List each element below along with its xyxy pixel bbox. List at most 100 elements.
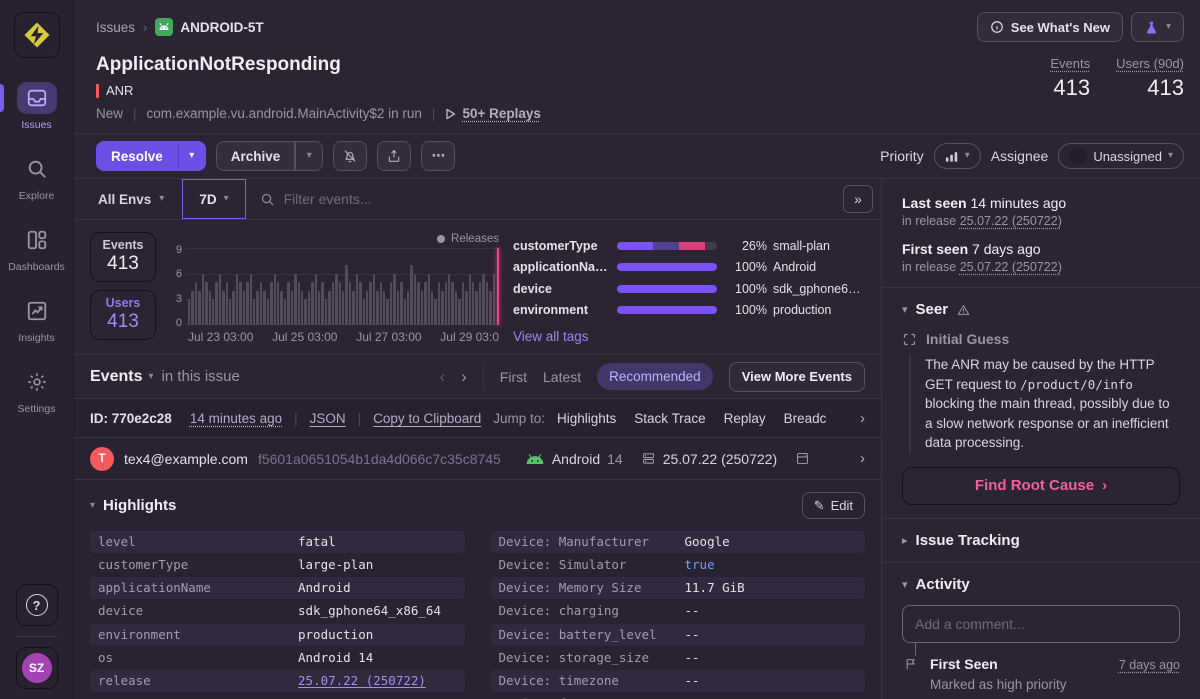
- events-title: Events: [90, 368, 142, 386]
- highlight-key: customerType: [98, 556, 298, 574]
- prev-event-button[interactable]: ‹: [439, 367, 445, 387]
- tag-bar-segment: [617, 242, 653, 250]
- sidebar-item-insights[interactable]: Insights: [0, 293, 73, 346]
- tag-rows: customerType26%small-planapplicationNa…1…: [513, 236, 865, 320]
- last-seen-release-link[interactable]: 25.07.22 (250722): [960, 214, 1062, 228]
- histogram-bar: [493, 274, 495, 325]
- priority-dropdown[interactable]: ▾: [934, 143, 981, 169]
- archive-button[interactable]: Archive: [216, 141, 296, 171]
- whats-new-button[interactable]: See What's New: [977, 12, 1123, 42]
- tag-bar-segment: [705, 242, 717, 250]
- event-time-ago[interactable]: 14 minutes ago: [190, 411, 282, 426]
- seer-section-toggle[interactable]: ▾ Seer: [902, 301, 1180, 318]
- issues-icon: [17, 82, 57, 114]
- seer-title: Seer: [916, 301, 949, 318]
- activity-toggle[interactable]: ▾ Activity: [902, 576, 1180, 593]
- lab-features-button[interactable]: ▾: [1131, 12, 1184, 42]
- tag-bar[interactable]: [617, 263, 717, 271]
- histogram-bar: [407, 291, 409, 325]
- collapse-sidebar-button[interactable]: »: [843, 185, 873, 213]
- initial-guess-text: The ANR may be caused by the HTTP GET re…: [909, 355, 1180, 453]
- histogram-bar: [479, 282, 481, 325]
- highlights-toggle[interactable]: ▾ Highlights: [90, 497, 176, 514]
- search-input[interactable]: [284, 191, 829, 207]
- events-count-box[interactable]: Events 413: [90, 232, 156, 282]
- user-menu-button[interactable]: SZ: [16, 647, 58, 689]
- expand-event-context-button[interactable]: ›: [860, 450, 865, 467]
- view-all-tags-link[interactable]: View all tags: [513, 329, 589, 344]
- jump-link-stack-trace[interactable]: Stack Trace: [634, 411, 705, 426]
- resolve-dropdown-button[interactable]: ▾: [178, 141, 206, 171]
- view-more-events-button[interactable]: View More Events: [729, 362, 865, 392]
- issue-status: New: [96, 106, 123, 121]
- replays-link[interactable]: 50+ Replays: [445, 106, 540, 121]
- tag-bar[interactable]: [617, 306, 717, 314]
- event-release[interactable]: 25.07.22 (250722): [663, 451, 777, 467]
- assignee-dropdown[interactable]: Unassigned ▾: [1058, 143, 1184, 169]
- date-range-dropdown[interactable]: 7D ▾: [182, 179, 245, 219]
- breadcrumb-project[interactable]: ANDROID-5T: [180, 20, 263, 35]
- resolve-button[interactable]: Resolve: [96, 141, 178, 171]
- jump-link-breadc[interactable]: Breadc: [784, 411, 827, 426]
- breadcrumb-issues[interactable]: Issues: [96, 20, 135, 35]
- highlight-row: levelfatal: [90, 531, 465, 553]
- users-stat-label[interactable]: Users (90d): [1116, 56, 1184, 71]
- first-seen-release-link[interactable]: 25.07.22 (250722): [960, 260, 1062, 274]
- archive-dropdown-button[interactable]: ▾: [295, 141, 323, 171]
- activity-item-title: First Seen: [930, 656, 998, 672]
- play-icon: [445, 108, 456, 120]
- share-button[interactable]: [377, 141, 411, 171]
- tag-bar[interactable]: [617, 242, 717, 250]
- tag-bar[interactable]: [617, 285, 717, 293]
- releases-legend-label[interactable]: Releases: [451, 233, 499, 245]
- find-root-cause-button[interactable]: Find Root Cause ›: [902, 467, 1180, 505]
- issue-tracking-toggle[interactable]: ▸ Issue Tracking: [902, 532, 1180, 549]
- sidebar-item-issues[interactable]: Issues: [0, 80, 73, 133]
- activity-item-time[interactable]: 7 days ago: [1119, 658, 1180, 672]
- tag-key: applicationNa…: [513, 260, 617, 274]
- mute-button[interactable]: [333, 141, 367, 171]
- sentry-logo[interactable]: [14, 12, 60, 58]
- copy-to-clipboard-link[interactable]: Copy to Clipboard: [373, 411, 481, 426]
- jump-link-highlights[interactable]: Highlights: [557, 411, 616, 426]
- chevron-right-icon: ▸: [902, 534, 908, 547]
- events-stat-label[interactable]: Events: [1050, 56, 1090, 71]
- sidebar-item-settings[interactable]: Settings: [0, 364, 73, 417]
- more-actions-button[interactable]: ⋯: [421, 141, 455, 171]
- replays-label: 50+ Replays: [462, 106, 540, 121]
- help-button[interactable]: ?: [16, 584, 58, 626]
- releases-dot-icon: [437, 235, 445, 243]
- edit-highlights-button[interactable]: ✎ Edit: [802, 492, 865, 519]
- jump-link-replay[interactable]: Replay: [724, 411, 766, 426]
- issue-title: ApplicationNotResponding: [96, 54, 1050, 76]
- json-link[interactable]: JSON: [310, 411, 346, 426]
- events-dropdown[interactable]: Events ▾: [90, 368, 154, 386]
- histogram-bar: [229, 299, 231, 325]
- jump-links-scroll-button[interactable]: ›: [860, 410, 865, 427]
- assignee-value: Unassigned: [1093, 149, 1162, 164]
- histogram-bar: [356, 274, 358, 325]
- histogram-bar: [458, 299, 460, 325]
- histogram-bar: [284, 299, 286, 325]
- next-event-button[interactable]: ›: [461, 367, 467, 387]
- users-count-box[interactable]: Users 413: [90, 290, 156, 340]
- events-box-value: 413: [95, 253, 151, 275]
- event-user-row: T tex4@example.com f5601a0651054b1da4d06…: [74, 438, 881, 480]
- highlight-key: Device: timezone: [499, 672, 685, 690]
- sentry-logo-icon: [22, 20, 52, 50]
- recommended-event-link[interactable]: Recommended: [597, 363, 713, 390]
- sidebar-item-explore[interactable]: Explore: [0, 151, 73, 204]
- highlight-key: release: [98, 672, 298, 690]
- histogram-bar: [318, 291, 320, 325]
- first-seen-line: First seen 7 days ago: [902, 241, 1180, 257]
- environments-dropdown[interactable]: All Envs ▾: [74, 179, 182, 219]
- highlight-row: release25.07.22 (250722): [90, 670, 465, 692]
- user-email[interactable]: tex4@example.com: [124, 451, 248, 467]
- highlight-row: devicesdk_gphone64_x86_64: [90, 600, 465, 622]
- comment-input[interactable]: [902, 605, 1180, 643]
- latest-event-link[interactable]: Latest: [543, 369, 581, 385]
- highlight-value[interactable]: 25.07.22 (250722): [298, 672, 457, 690]
- sidebar-item-dashboards[interactable]: Dashboards: [0, 222, 73, 275]
- first-event-link[interactable]: First: [500, 369, 527, 385]
- histogram-bar: [397, 291, 399, 325]
